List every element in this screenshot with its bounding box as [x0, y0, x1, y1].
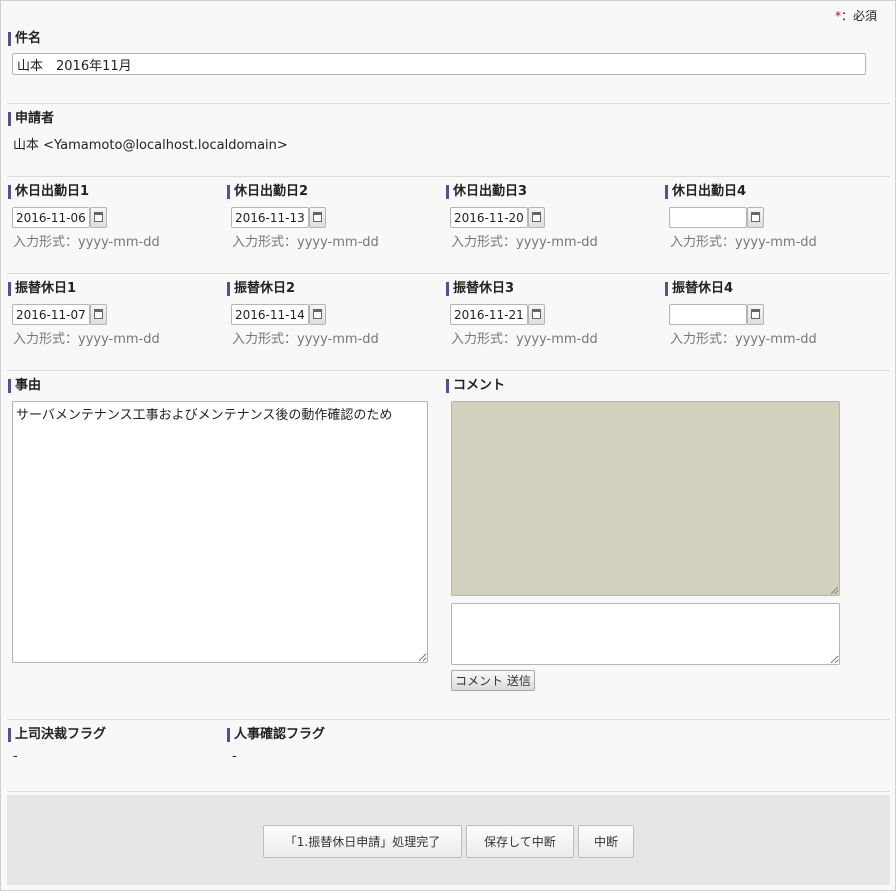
comment-input[interactable]: [451, 603, 840, 665]
calendar-button[interactable]: [528, 207, 545, 228]
date-format-hint: 入力形式：yyyy-mm-dd: [13, 235, 160, 250]
calendar-button[interactable]: [747, 304, 764, 325]
comment-send-button[interactable]: コメント 送信: [451, 670, 535, 691]
holiday-work-day-input[interactable]: [669, 207, 747, 228]
complete-step-button[interactable]: 「1.振替休日申請」処理完了: [263, 825, 462, 858]
applicant-value: 山本 <Yamamoto@localhost.localdomain>: [13, 138, 288, 153]
date-format-hint: 入力形式：yyyy-mm-dd: [670, 332, 817, 347]
workflow-form: *：必須 件名 申請者 山本 <Yamamoto@localhost.local…: [0, 0, 896, 891]
divider: [7, 103, 890, 104]
calendar-icon: [532, 309, 541, 319]
substitute-holiday-label: 振替休日2: [227, 282, 295, 296]
required-note: *：必須: [835, 7, 877, 24]
substitute-holiday-label: 振替休日4: [665, 282, 733, 296]
resize-grip-icon[interactable]: [831, 587, 838, 594]
reason-label: 事由: [8, 379, 41, 393]
reason-textarea[interactable]: サーバメンテナンス工事およびメンテナンス後の動作確認のため: [12, 401, 428, 663]
save-and-suspend-button[interactable]: 保存して中断: [466, 825, 574, 858]
applicant-label: 申請者: [8, 112, 54, 126]
holiday-work-day-label: 休日出勤日2: [227, 185, 308, 199]
holiday-work-day-label: 休日出勤日4: [665, 185, 746, 199]
divider: [7, 176, 890, 177]
calendar-button[interactable]: [309, 207, 326, 228]
holiday-work-day-label: 休日出勤日1: [8, 185, 89, 199]
calendar-button[interactable]: [309, 304, 326, 325]
subject-label: 件名: [8, 32, 41, 46]
substitute-holiday-input[interactable]: [12, 304, 90, 325]
substitute-holiday-label: 振替休日1: [8, 282, 76, 296]
holiday-work-day-label: 休日出勤日3: [446, 185, 527, 199]
substitute-holiday-input[interactable]: [450, 304, 528, 325]
comment-history: [451, 401, 840, 596]
calendar-icon: [94, 309, 103, 319]
hr-confirmation-flag-label: 人事確認フラグ: [227, 728, 325, 742]
manager-approval-flag-label: 上司決裁フラグ: [8, 728, 106, 742]
substitute-holiday-input[interactable]: [231, 304, 309, 325]
holiday-work-day-input[interactable]: [231, 207, 309, 228]
calendar-icon: [751, 309, 760, 319]
substitute-holiday-label: 振替休日3: [446, 282, 514, 296]
calendar-icon: [532, 212, 541, 222]
calendar-icon: [94, 212, 103, 222]
substitute-holiday-input[interactable]: [669, 304, 747, 325]
calendar-button[interactable]: [528, 304, 545, 325]
divider: [7, 791, 890, 792]
divider: [7, 719, 890, 720]
calendar-icon: [313, 212, 322, 222]
date-format-hint: 入力形式：yyyy-mm-dd: [232, 235, 379, 250]
divider: [7, 370, 890, 371]
comment-label: コメント: [446, 379, 505, 393]
date-format-hint: 入力形式：yyyy-mm-dd: [13, 332, 160, 347]
calendar-button[interactable]: [90, 304, 107, 325]
date-format-hint: 入力形式：yyyy-mm-dd: [670, 235, 817, 250]
abort-button[interactable]: 中断: [578, 825, 634, 858]
required-note-text: ：必須: [840, 9, 877, 23]
calendar-icon: [313, 309, 322, 319]
hr-confirmation-flag-value: -: [232, 749, 237, 764]
date-format-hint: 入力形式：yyyy-mm-dd: [451, 235, 598, 250]
subject-input[interactable]: [12, 53, 866, 75]
date-format-hint: 入力形式：yyyy-mm-dd: [232, 332, 379, 347]
holiday-work-day-input[interactable]: [450, 207, 528, 228]
calendar-button[interactable]: [747, 207, 764, 228]
date-format-hint: 入力形式：yyyy-mm-dd: [451, 332, 598, 347]
holiday-work-day-input[interactable]: [12, 207, 90, 228]
calendar-icon: [751, 212, 760, 222]
manager-approval-flag-value: -: [13, 749, 18, 764]
calendar-button[interactable]: [90, 207, 107, 228]
divider: [7, 273, 890, 274]
